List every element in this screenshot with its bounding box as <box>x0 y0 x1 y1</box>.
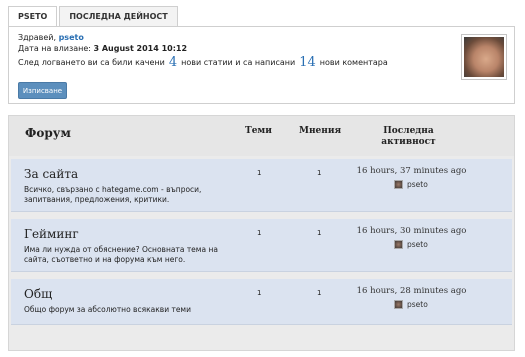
topics-count: 1 <box>257 229 262 237</box>
topics-count: 1 <box>257 169 262 177</box>
forum-title-link[interactable]: За сайта <box>24 167 78 181</box>
avatar[interactable] <box>461 34 507 80</box>
join-date-line: Дата на влизане: 3 August 2014 10:12 <box>18 44 187 53</box>
forum-title-link[interactable]: Общ <box>24 287 52 301</box>
posts-count: 1 <box>317 169 322 177</box>
profile-tabs: PSETO ПОСЛЕДНА ДЕЙНОСТ <box>8 6 180 28</box>
posts-count: 1 <box>317 289 322 297</box>
greeting-line: Здравей, pseto <box>18 33 84 42</box>
column-header-topics: Теми <box>245 126 272 136</box>
greeting-text: Здравей, <box>18 33 57 42</box>
new-articles-count: 4 <box>168 55 178 70</box>
join-date-label: Дата на влизане: <box>18 44 91 53</box>
forum-description: Общо форум за абсолютно всякакви теми <box>24 305 191 314</box>
last-activity-link[interactable]: 16 hours, 37 minutes ago <box>354 166 469 176</box>
column-header-last-activity: Последна активност <box>381 126 436 147</box>
last-poster-name[interactable]: pseto <box>407 240 428 249</box>
column-header-posts: Мнения <box>299 126 342 136</box>
posts-count: 1 <box>317 229 322 237</box>
username-link[interactable]: pseto <box>59 33 84 42</box>
user-avatar-icon <box>394 240 403 249</box>
forum-title-link[interactable]: Гейминг <box>24 227 79 241</box>
forum-row: Гейминг Има ли нужда от обяснение? Основ… <box>11 219 512 272</box>
new-comments-count: 14 <box>299 55 316 70</box>
stats-prefix: След логването ви са били качени <box>18 58 165 67</box>
last-poster[interactable]: pseto <box>394 180 428 189</box>
last-activity-link[interactable]: 16 hours, 28 minutes ago <box>354 286 469 296</box>
forum-description: Има ли нужда от обяснение? Основната тем… <box>24 245 218 264</box>
forum-row: За сайта Всичко, свързано с hategame.com… <box>11 159 512 212</box>
tab-profile[interactable]: PSETO <box>8 6 58 28</box>
last-poster[interactable]: pseto <box>394 240 428 249</box>
forum-table: Форум Теми Мнения Последна активност За … <box>8 115 515 351</box>
last-activity-link[interactable]: 16 hours, 30 minutes ago <box>354 226 469 236</box>
forum-description: Всичко, свързано с hategame.com - въпрос… <box>24 185 202 204</box>
topics-count: 1 <box>257 289 262 297</box>
user-avatar-icon <box>394 180 403 189</box>
user-avatar-icon <box>394 300 403 309</box>
stats-middle: нови статии и са написани <box>181 58 296 67</box>
join-date-value: 3 August 2014 10:12 <box>93 44 188 53</box>
user-panel: Здравей, pseto Дата на влизане: 3 August… <box>8 26 515 104</box>
logout-button[interactable]: Изписване <box>18 82 67 99</box>
forum-row: Общ Общо форум за абсолютно всякакви тем… <box>11 279 512 325</box>
last-poster[interactable]: pseto <box>394 300 428 309</box>
stats-suffix: нови коментара <box>319 58 388 67</box>
column-header-forum: Форум <box>25 126 71 140</box>
stats-line: След логването ви са били качени 4 нови ст… <box>18 55 388 70</box>
last-poster-name[interactable]: pseto <box>407 300 428 309</box>
forum-table-header: Форум Теми Мнения Последна активност <box>9 116 514 156</box>
tab-recent-activity[interactable]: ПОСЛЕДНА ДЕЙНОСТ <box>59 6 178 26</box>
last-poster-name[interactable]: pseto <box>407 180 428 189</box>
user-avatar-icon <box>464 37 504 77</box>
